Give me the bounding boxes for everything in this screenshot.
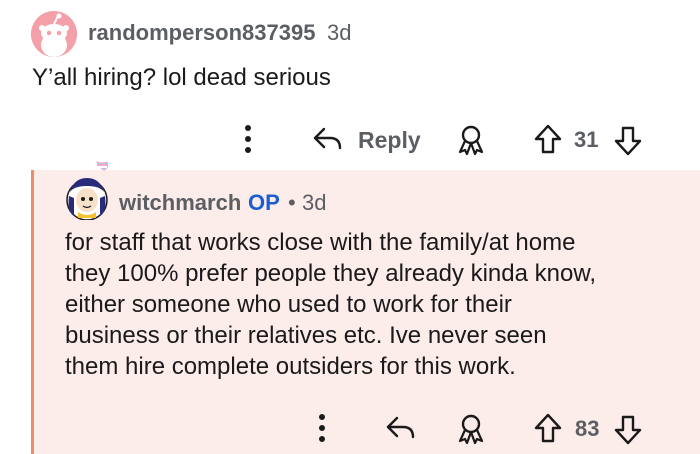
reply-username[interactable]: witchmarch	[119, 190, 241, 216]
comment: randomperson837395 3d Y’all hiring? lol …	[0, 0, 700, 170]
comment-username[interactable]: randomperson837395	[88, 20, 315, 46]
more-options-icon[interactable]	[318, 413, 326, 443]
reply-body-line: for staff that works close with the fami…	[65, 229, 576, 256]
reply-arrow-icon	[313, 127, 342, 150]
downvote-icon[interactable]	[613, 125, 643, 157]
witch-avatar-icon	[66, 161, 109, 221]
comment-body: Y’all hiring? lol dead serious	[32, 64, 331, 91]
award-icon[interactable]	[456, 413, 486, 445]
upvote-icon[interactable]	[533, 412, 563, 444]
downvote-icon[interactable]	[613, 414, 643, 446]
avatar[interactable]	[31, 11, 77, 57]
reply-score: 83	[575, 416, 600, 441]
reply-body-line: them hire complete outsiders for this wo…	[65, 353, 516, 380]
comment-score: 31	[574, 127, 599, 152]
reply-body-line: they 100% prefer people they already kin…	[65, 260, 597, 287]
reply-body-line: either someone who used to work for thei…	[65, 291, 512, 318]
reply-body-line: business or their relatives etc. Ive nev…	[65, 322, 547, 349]
reply-label: Reply	[358, 127, 421, 153]
meta-separator: •	[288, 190, 296, 215]
award-icon[interactable]	[456, 124, 486, 156]
op-badge: OP	[248, 190, 280, 215]
more-options-icon[interactable]	[244, 124, 252, 154]
reply-arrow-icon[interactable]	[385, 415, 417, 441]
reply-avatar[interactable]	[64, 160, 110, 221]
comment-age: 3d	[327, 20, 352, 45]
reply-body: for staff that works close with the fami…	[65, 227, 596, 382]
reply-age: 3d	[302, 190, 327, 215]
reply-button[interactable]: Reply	[312, 122, 421, 156]
upvote-icon[interactable]	[533, 123, 563, 155]
snoo-avatar-icon	[31, 11, 77, 57]
